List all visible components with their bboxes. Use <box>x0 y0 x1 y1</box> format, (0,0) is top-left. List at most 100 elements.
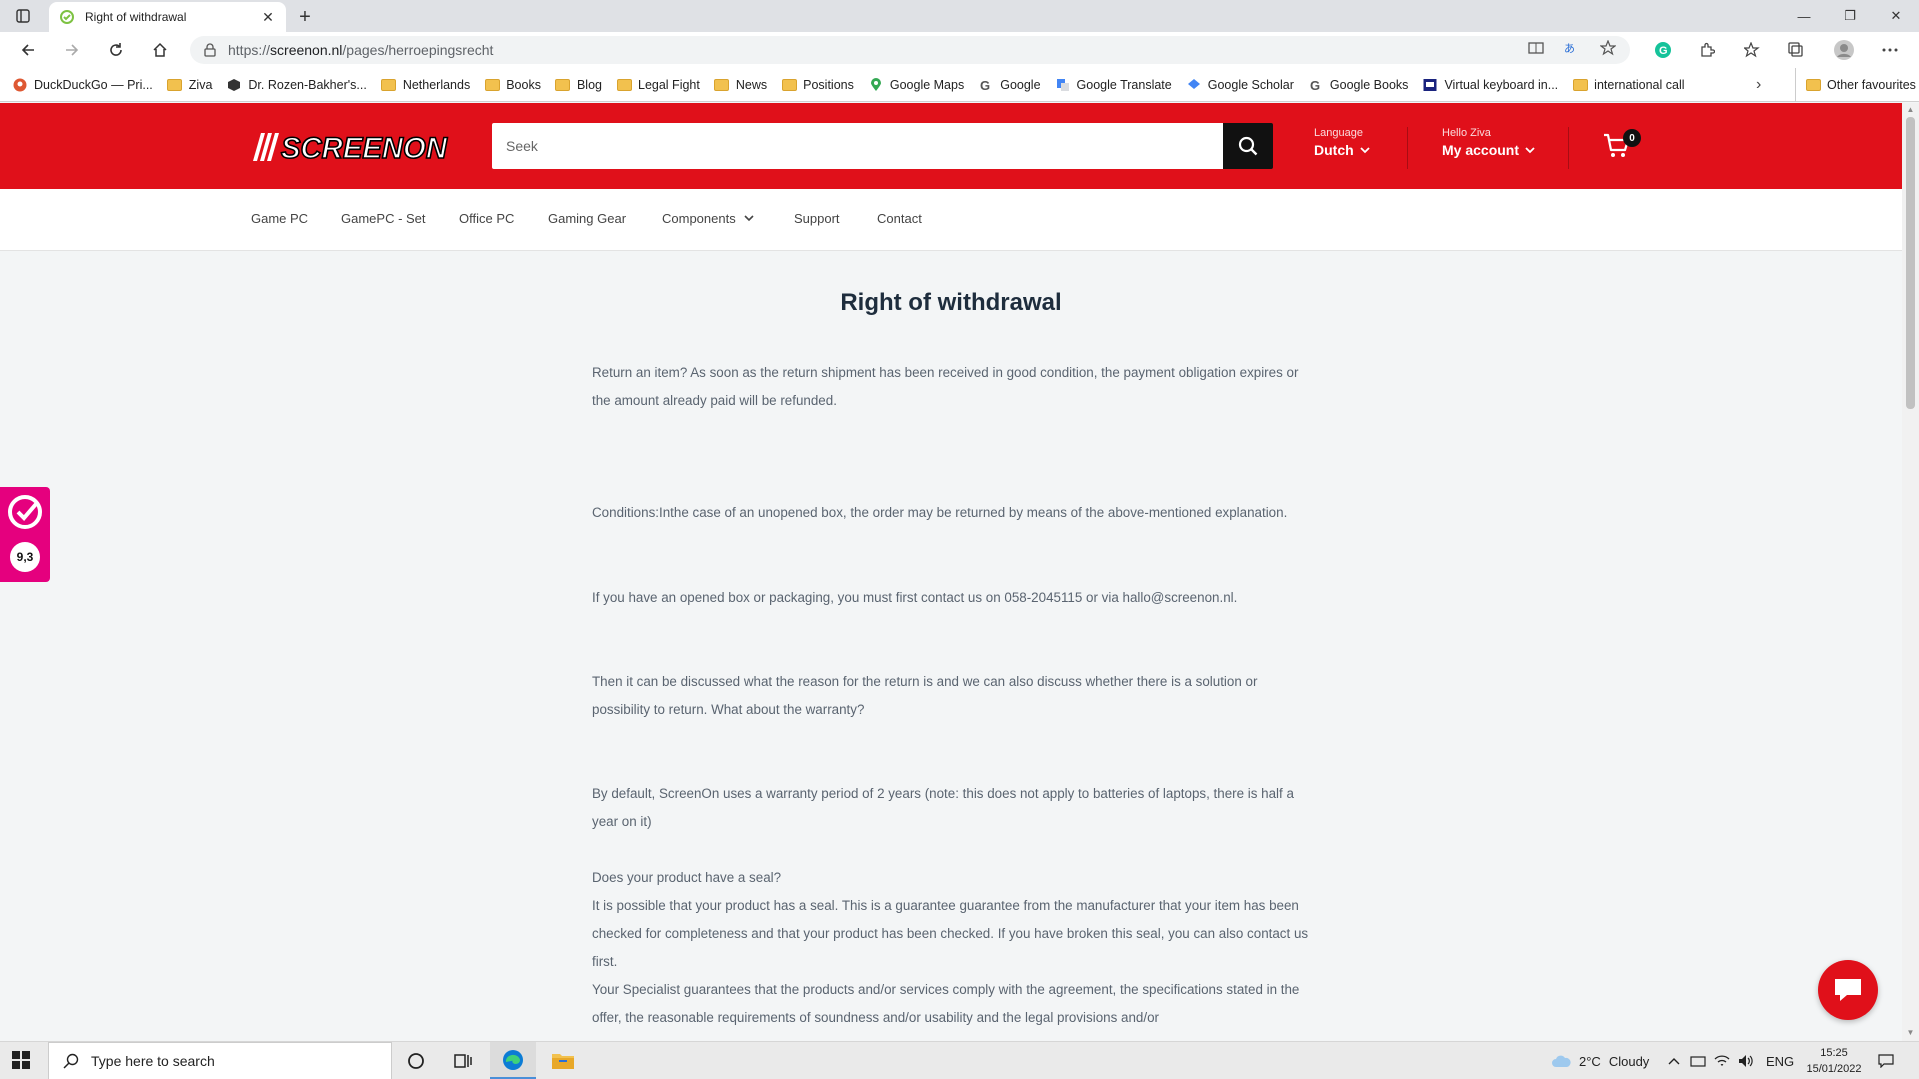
bookmark-label: Google Scholar <box>1207 77 1294 92</box>
language-value: Dutch <box>1314 142 1354 158</box>
maps-pin-icon <box>868 77 884 92</box>
translate-page-icon[interactable]: あ <box>1564 40 1580 59</box>
bookmark-news[interactable]: News <box>714 78 767 92</box>
nav-item-gaming-gear[interactable]: Gaming Gear <box>548 211 626 226</box>
address-bar[interactable]: https://screenon.nl/pages/herroepingsrec… <box>190 36 1630 64</box>
profile-avatar-icon[interactable] <box>1831 38 1857 62</box>
chevron-down-icon <box>1360 147 1370 154</box>
bookmark-label: Virtual keyboard in... <box>1444 77 1559 92</box>
paragraph-return: Return an item? As soon as the return sh… <box>592 365 1299 408</box>
notifications-icon[interactable] <box>1878 1042 1894 1079</box>
new-tab-icon[interactable]: + <box>293 5 317 29</box>
file-explorer-icon[interactable] <box>540 1042 586 1079</box>
header-divider <box>1407 127 1408 169</box>
close-window-icon[interactable]: ✕ <box>1873 0 1919 32</box>
search-icon <box>63 1053 79 1069</box>
nav-item-game-pc[interactable]: Game PC <box>251 211 308 226</box>
volume-icon[interactable] <box>1738 1042 1754 1079</box>
chat-button[interactable] <box>1818 960 1878 1020</box>
nav-item-support[interactable]: Support <box>794 211 840 226</box>
bookmark-netherlands[interactable]: Netherlands <box>381 78 470 92</box>
bookmark-virtual-keyboard[interactable]: Virtual keyboard in... <box>1422 78 1558 92</box>
scroll-down-icon[interactable]: ▼ <box>1906 1029 1915 1037</box>
extensions-icon[interactable] <box>1694 38 1720 62</box>
chevron-up-icon[interactable] <box>1668 1042 1680 1079</box>
search-button[interactable] <box>1223 123 1273 169</box>
bookmark-ziva[interactable]: Ziva <box>167 77 213 92</box>
forward-icon[interactable] <box>58 38 86 62</box>
bookmark-legal-fight[interactable]: Legal Fight <box>616 78 700 92</box>
language-selector[interactable]: Language Dutch <box>1314 127 1370 158</box>
weather-widget[interactable]: 2°C Cloudy <box>1551 1042 1649 1079</box>
bookmark-rozen-bakher[interactable]: Dr. Rozen-Bakher's... <box>226 78 367 92</box>
page-scrollbar[interactable]: ▲ ▼ <box>1902 103 1919 1041</box>
favorites-icon[interactable] <box>1739 38 1765 62</box>
weather-desc: Cloudy <box>1608 1053 1650 1069</box>
search-input[interactable] <box>492 123 1223 169</box>
keyboard-tray-icon[interactable] <box>1690 1042 1706 1079</box>
bookmark-duckduckgo[interactable]: DuckDuckGo — Pri... <box>12 78 153 92</box>
bookmark-google[interactable]: G Google <box>978 78 1040 92</box>
bookmark-blog[interactable]: Blog <box>555 78 602 92</box>
paragraph-seal: It is possible that your product has a s… <box>592 898 1309 969</box>
input-language[interactable]: ENG <box>1766 1042 1794 1079</box>
tab-actions-icon[interactable] <box>10 6 36 26</box>
bookmark-label: Ziva <box>188 77 213 92</box>
system-clock[interactable]: 15:25 15/01/2022 <box>1804 1045 1864 1077</box>
bookmark-label: Other favourites <box>1827 78 1916 92</box>
duckduckgo-icon <box>12 78 28 92</box>
taskbar-search-input[interactable]: Type here to search <box>48 1042 392 1079</box>
chevron-right-icon[interactable]: › <box>1756 68 1761 102</box>
browser-tab-active[interactable]: Right of withdrawal ✕ <box>49 2 286 32</box>
scroll-thumb[interactable] <box>1906 117 1915 409</box>
tab-title: Right of withdrawal <box>85 10 187 24</box>
weather-temp: 2°C <box>1579 1053 1601 1069</box>
bookmark-other-favourites[interactable]: Other favourites <box>1795 68 1916 102</box>
cortana-icon[interactable] <box>393 1042 439 1079</box>
back-icon[interactable] <box>14 38 42 62</box>
bookmark-international-call[interactable]: international call <box>1572 78 1685 92</box>
screenon-logo[interactable]: SCREENON <box>253 127 451 167</box>
url-path: /pages/herroepingsrecht <box>342 42 494 58</box>
windows-start-icon[interactable] <box>12 1051 32 1071</box>
restore-window-icon[interactable]: ❐ <box>1827 0 1873 32</box>
svg-text:G: G <box>1659 45 1668 57</box>
account-label: My account <box>1442 142 1520 158</box>
review-logo-icon <box>6 493 44 531</box>
lock-icon[interactable] <box>204 43 216 57</box>
review-widget[interactable]: 9,3 <box>0 487 50 582</box>
svg-text:SCREENON: SCREENON <box>281 132 448 165</box>
cloudy-weather-icon <box>1552 1055 1571 1067</box>
nav-item-contact[interactable]: Contact <box>877 211 922 226</box>
bookmark-books[interactable]: Books <box>484 78 541 92</box>
refresh-icon[interactable] <box>102 38 130 62</box>
settings-more-icon[interactable] <box>1877 38 1903 62</box>
account-menu[interactable]: Hello Ziva My account <box>1442 127 1535 158</box>
bookmark-google-scholar[interactable]: Google Scholar <box>1186 78 1294 92</box>
bookmark-google-translate[interactable]: Google Translate <box>1055 78 1172 92</box>
paragraph-opened-box: If you have an opened box or packaging, … <box>592 590 1238 605</box>
bookmark-google-books[interactable]: G Google Books <box>1308 78 1409 92</box>
bookmark-google-maps[interactable]: Google Maps <box>868 77 964 92</box>
taskbar-search-placeholder: Type here to search <box>91 1053 215 1069</box>
chevron-down-icon <box>744 215 754 222</box>
task-view-icon[interactable] <box>440 1042 486 1079</box>
network-icon[interactable] <box>1714 1042 1730 1079</box>
folder-icon <box>714 78 730 92</box>
minimize-window-icon[interactable]: — <box>1781 0 1827 32</box>
grammarly-extension-icon[interactable]: G <box>1650 38 1676 62</box>
close-tab-icon[interactable]: ✕ <box>260 9 276 25</box>
nav-item-components[interactable]: Components <box>662 211 754 226</box>
scroll-up-icon[interactable]: ▲ <box>1906 106 1915 114</box>
home-icon[interactable] <box>146 38 174 62</box>
bookmark-positions[interactable]: Positions <box>781 78 854 92</box>
collections-icon[interactable] <box>1783 38 1809 62</box>
svg-text:G: G <box>1310 78 1320 92</box>
nav-item-office-pc[interactable]: Office PC <box>459 211 514 226</box>
nav-item-gamepc-set[interactable]: GamePC - Set <box>341 211 426 226</box>
add-favorite-icon[interactable] <box>1599 39 1617 59</box>
bookmark-label: News <box>735 77 768 92</box>
reading-view-icon[interactable] <box>1528 40 1544 59</box>
edge-browser-icon[interactable] <box>490 1042 536 1079</box>
google-icon: G <box>978 78 994 92</box>
